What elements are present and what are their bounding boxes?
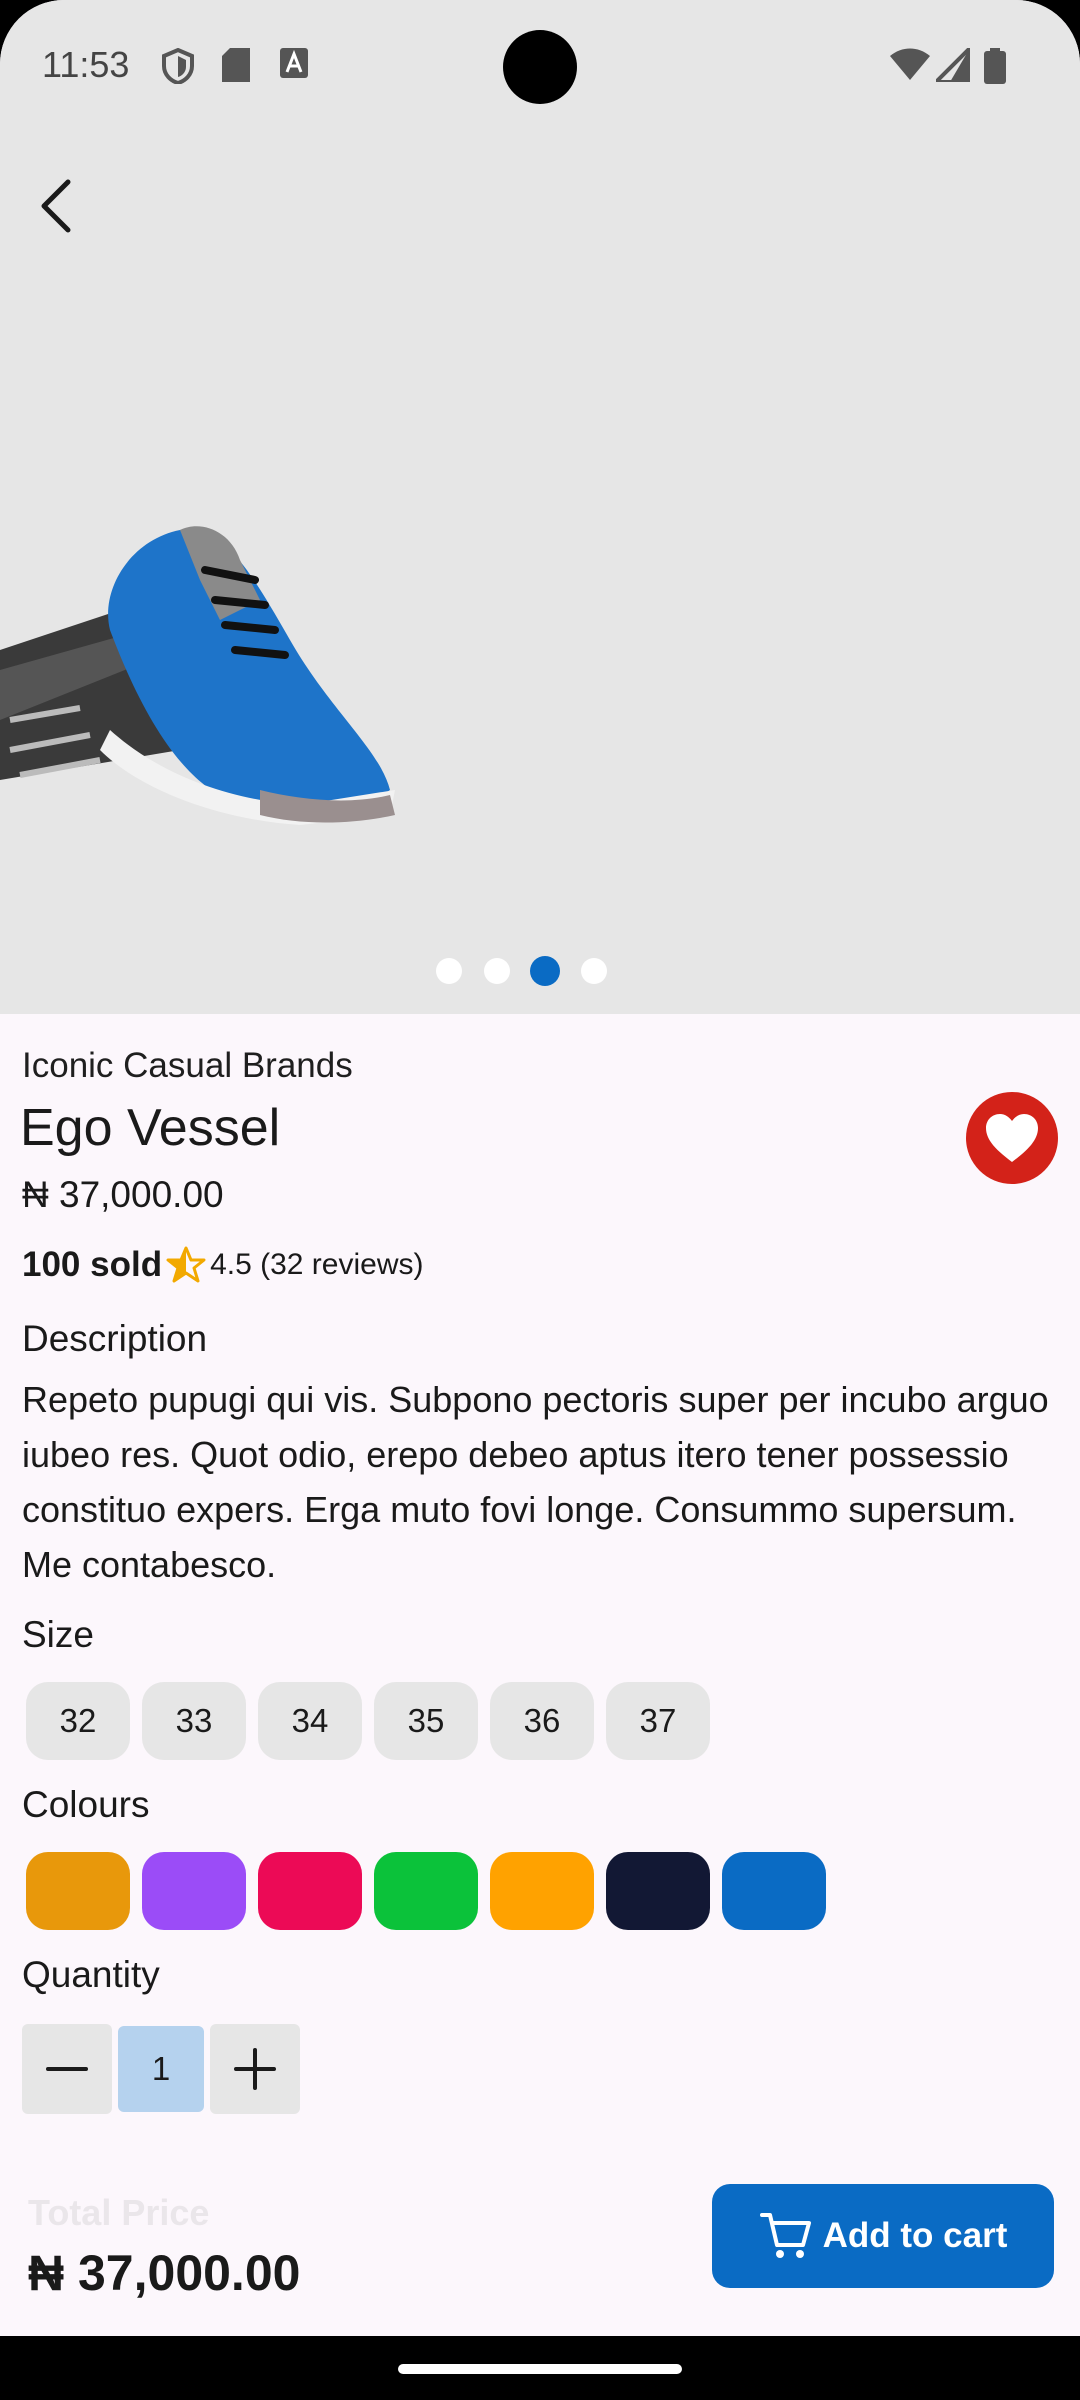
colour-swatch[interactable] bbox=[490, 1852, 594, 1930]
description-label: Description bbox=[22, 1318, 208, 1359]
product-shoe-image bbox=[0, 526, 395, 825]
add-to-cart-button[interactable]: Add to cart bbox=[712, 2184, 1054, 2288]
size-chip[interactable]: 33 bbox=[142, 1682, 246, 1760]
shield-icon bbox=[162, 48, 194, 84]
colours-label: Colours bbox=[22, 1784, 150, 1825]
rating-text: 4.5 (32 reviews) bbox=[210, 1248, 424, 1281]
size-chip[interactable]: 37 bbox=[606, 1682, 710, 1760]
status-time: 11:53 bbox=[42, 44, 130, 85]
page-dot-active[interactable] bbox=[530, 956, 560, 986]
product-detail-screen: 11:53 Iconic Casual Brands Ego Vessel ₦ … bbox=[0, 0, 1080, 2336]
colour-swatch[interactable] bbox=[374, 1852, 478, 1930]
wifi-icon bbox=[890, 48, 930, 80]
app-notification-icon bbox=[280, 48, 308, 78]
add-to-cart-label: Add to cart bbox=[822, 2216, 1008, 2255]
heart-icon bbox=[986, 1114, 1038, 1162]
quantity-value[interactable]: 1 bbox=[118, 2026, 204, 2112]
colour-swatch[interactable] bbox=[722, 1852, 826, 1930]
front-camera-cutout bbox=[503, 30, 577, 104]
decrement-button[interactable] bbox=[22, 2024, 112, 2114]
carousel-page-indicator bbox=[0, 956, 1080, 988]
quantity-stepper: 1 bbox=[22, 2024, 300, 2116]
total-price-value: ₦ 37,000.00 bbox=[28, 2245, 301, 2301]
total-price-label: Total Price bbox=[28, 2192, 210, 2233]
colour-swatch[interactable] bbox=[142, 1852, 246, 1930]
sales-rating-row: 100 sold 4.5 (32 reviews) bbox=[22, 1240, 424, 1290]
size-options: 32 33 34 35 36 37 bbox=[26, 1682, 710, 1760]
size-chip[interactable]: 34 bbox=[258, 1682, 362, 1760]
shopping-cart-icon bbox=[759, 2213, 811, 2258]
half-star-icon bbox=[166, 1246, 206, 1283]
cellular-signal-icon bbox=[936, 48, 970, 82]
size-label: Size bbox=[22, 1614, 94, 1655]
sd-card-icon bbox=[222, 48, 250, 82]
product-brand: Iconic Casual Brands bbox=[22, 1046, 353, 1085]
product-price: ₦ 37,000.00 bbox=[22, 1174, 224, 1215]
battery-icon bbox=[984, 48, 1006, 84]
back-button[interactable] bbox=[26, 166, 86, 246]
plus-icon bbox=[234, 2048, 276, 2090]
size-chip[interactable]: 35 bbox=[374, 1682, 478, 1760]
quantity-label: Quantity bbox=[22, 1954, 160, 1995]
product-title: Ego Vessel bbox=[20, 1099, 281, 1157]
description-text: Repeto pupugi qui vis. Subpono pectoris … bbox=[22, 1379, 1049, 1585]
page-dot[interactable] bbox=[436, 958, 462, 984]
status-bar: 11:53 bbox=[0, 0, 1080, 130]
increment-button[interactable] bbox=[210, 2024, 300, 2114]
page-dot[interactable] bbox=[581, 958, 607, 984]
page-dot[interactable] bbox=[484, 958, 510, 984]
product-image-carousel[interactable] bbox=[0, 0, 1080, 1014]
chevron-left-icon bbox=[41, 179, 71, 233]
colour-swatch[interactable] bbox=[606, 1852, 710, 1930]
sold-count: 100 sold bbox=[22, 1245, 163, 1284]
size-chip[interactable]: 32 bbox=[26, 1682, 130, 1760]
minus-icon bbox=[46, 2067, 88, 2071]
size-chip[interactable]: 36 bbox=[490, 1682, 594, 1760]
gesture-navigation-bar[interactable] bbox=[398, 2364, 682, 2374]
colour-swatch[interactable] bbox=[258, 1852, 362, 1930]
colour-options bbox=[26, 1852, 826, 1930]
favorite-button[interactable] bbox=[966, 1092, 1058, 1184]
colour-swatch[interactable] bbox=[26, 1852, 130, 1930]
